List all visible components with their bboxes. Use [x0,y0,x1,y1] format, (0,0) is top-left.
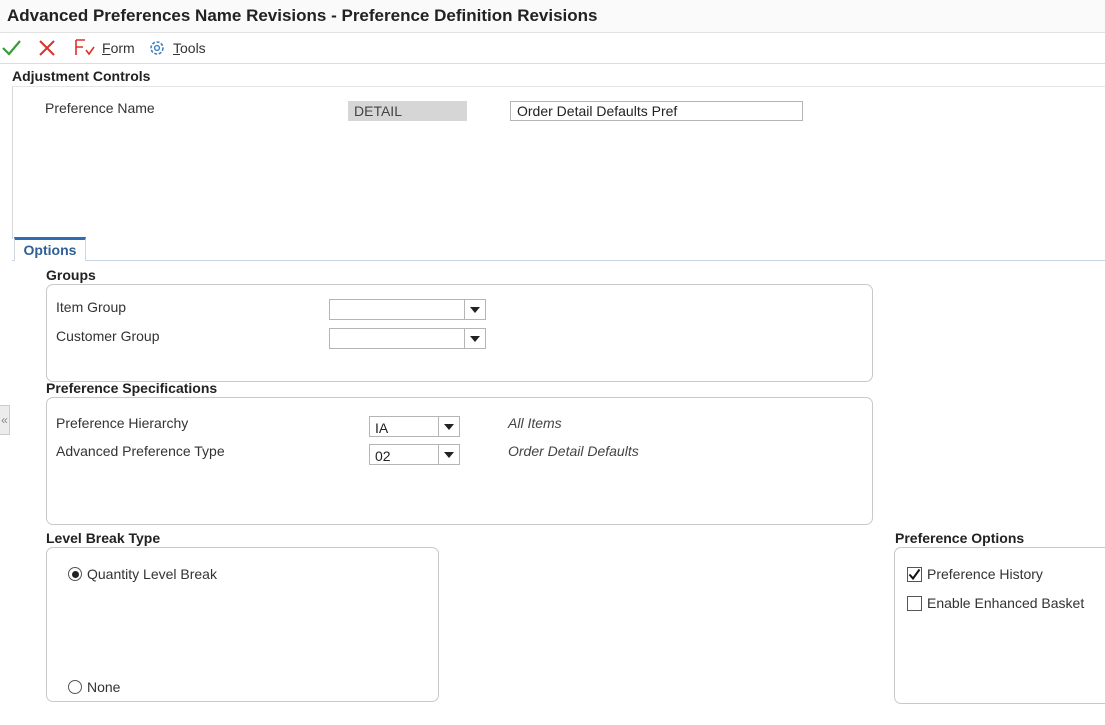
preference-specifications-heading: Preference Specifications [46,380,218,396]
preference-hierarchy-label: Preference Hierarchy [56,415,189,431]
enable-enhanced-basket-label: Enable Enhanced Basket [927,595,1085,611]
form-icon [75,39,95,56]
preference-name-label: Preference Name [45,100,155,116]
preference-history-label: Preference History [927,566,1043,582]
tools-accel: T [173,40,180,56]
chevron-down-icon[interactable] [438,417,459,436]
preference-code-field: DETAIL [348,101,467,121]
none-label: None [87,679,121,695]
radio-selected-icon[interactable] [68,567,82,581]
preference-hierarchy-value: IA [375,420,389,436]
chevron-down-icon[interactable] [464,300,485,319]
form-menu-button[interactable]: Form [74,38,135,58]
form-accel: F [102,40,111,56]
customer-group-select[interactable] [329,328,486,349]
preference-description-field[interactable]: Order Detail Defaults Pref [510,101,803,121]
advanced-preference-type-value: 02 [375,448,391,464]
adjustment-controls-heading: Adjustment Controls [12,68,151,84]
ok-button[interactable] [1,38,21,61]
double-chevron-left-icon: « [1,413,8,427]
item-group-select[interactable] [329,299,486,320]
preference-options-heading: Preference Options [895,530,1025,546]
preference-hierarchy-description: All Items [508,415,562,431]
preference-history-checkbox[interactable]: Preference History [907,566,1043,582]
none-radio[interactable]: None [68,679,120,695]
checkbox-unchecked-icon[interactable] [907,595,922,611]
item-group-label: Item Group [56,299,127,315]
check-icon [2,40,21,56]
advanced-preference-type-label: Advanced Preference Type [56,443,225,459]
radio-unselected-icon[interactable] [68,680,82,694]
form-rest: orm [110,40,135,56]
preference-hierarchy-select[interactable]: IA [369,416,460,437]
tools-menu-button[interactable]: Tools [147,38,206,58]
form-menu-label: Form [102,40,135,56]
checkbox-checked-icon[interactable] [907,566,922,582]
chevron-down-icon[interactable] [438,445,459,464]
tab-strip [12,238,1105,261]
advanced-preference-type-select[interactable]: 02 [369,444,460,465]
enable-enhanced-basket-checkbox[interactable]: Enable Enhanced Basket [907,595,1084,611]
gear-icon [150,41,164,55]
chevron-down-icon[interactable] [464,329,485,348]
customer-group-value [330,329,464,348]
tools-menu-label: Tools [173,40,206,56]
customer-group-label: Customer Group [56,328,160,344]
cancel-button[interactable] [37,38,57,61]
window-title: Advanced Preferences Name Revisions - Pr… [7,6,598,25]
quantity-level-break-radio[interactable]: Quantity Level Break [68,566,217,582]
quantity-level-break-label: Quantity Level Break [87,566,217,582]
item-group-value [330,300,464,319]
toolbar: Form Tools [0,33,1105,64]
close-icon [39,40,55,56]
level-break-type-heading: Level Break Type [46,530,161,546]
tools-rest: ools [180,40,206,56]
advanced-preference-type-description: Order Detail Defaults [508,443,639,459]
groups-heading: Groups [46,267,96,283]
title-bar: Advanced Preferences Name Revisions - Pr… [0,0,1105,33]
tab-options[interactable]: Options [14,237,86,261]
collapse-handle[interactable]: « [0,405,10,435]
